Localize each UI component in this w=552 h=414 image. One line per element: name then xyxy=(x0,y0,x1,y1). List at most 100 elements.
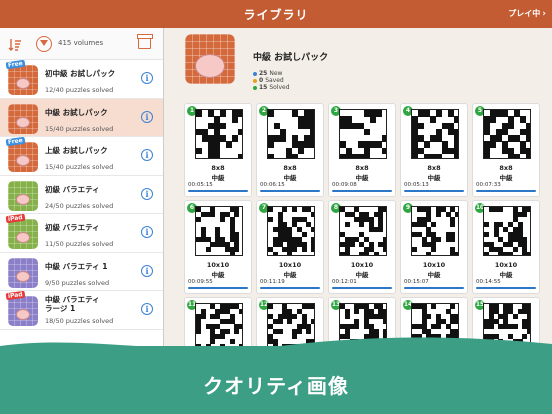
chevron-right-icon: › xyxy=(542,9,546,19)
volume-count: 415 volumes xyxy=(58,39,104,47)
progress-bar xyxy=(188,287,248,289)
archive-icon[interactable] xyxy=(137,34,153,49)
pig-icon xyxy=(16,270,30,282)
puzzle-preview xyxy=(411,206,459,256)
puzzle-preview xyxy=(483,109,531,159)
pig-icon xyxy=(16,232,30,243)
pig-icon xyxy=(16,116,30,128)
volume-solved-count: 15/40 puzzles solved xyxy=(45,163,114,171)
pig-icon xyxy=(16,155,30,166)
pack-stats: 25 New 0 Saved 15 Solved xyxy=(253,70,290,91)
stat-count: 15 xyxy=(259,84,268,91)
info-icon[interactable]: i xyxy=(141,264,153,277)
info-icon[interactable]: i xyxy=(141,110,153,123)
progress-bar xyxy=(260,287,320,289)
progress-bar xyxy=(476,190,536,192)
progress-bar xyxy=(332,190,392,192)
volume-item[interactable]: 中級 お試しパック 15/40 puzzles solved i xyxy=(0,98,163,137)
puzzle-card[interactable]: 3 8x8 中級 00:09:08 xyxy=(329,104,395,196)
puzzle-time: 00:06:15 xyxy=(260,182,285,188)
puzzle-time: 00:05:15 xyxy=(188,182,213,188)
library-toolbar: 415 volumes xyxy=(0,28,163,60)
puzzle-level: 中級 xyxy=(499,174,513,182)
sort-icon[interactable] xyxy=(8,38,22,52)
puzzle-size: 8x8 xyxy=(499,164,513,172)
volume-solved-count: 15/40 puzzles solved xyxy=(45,124,114,133)
volume-item[interactable]: 中級 バラエティ 1 9/50 puzzles solved i xyxy=(0,252,163,291)
banner-text: クオリティ画像 xyxy=(203,374,349,398)
playing-label: プレイ中 xyxy=(508,9,541,18)
volume-item[interactable]: 初級 バラエティ 24/50 puzzles solved i xyxy=(0,175,163,214)
puzzle-size: 10x10 xyxy=(206,261,230,269)
puzzle-card[interactable]: 5 8x8 中級 00:07:33 xyxy=(473,104,539,196)
puzzle-level: 中級 xyxy=(355,174,369,182)
info-icon[interactable]: i xyxy=(141,226,153,238)
puzzle-time: 00:05:13 xyxy=(404,182,429,188)
volume-item[interactable]: iPad 初級 バラエティ 11/50 puzzles solved i xyxy=(0,213,163,253)
volume-solved-count: 9/50 puzzles solved xyxy=(45,278,110,287)
volume-thumbnail xyxy=(8,296,38,326)
volume-thumbnail xyxy=(8,219,38,249)
puzzle-preview xyxy=(483,206,531,256)
puzzle-card[interactable]: 7 10x10 中級 00:11:19 xyxy=(257,201,323,293)
puzzle-time: 00:09:55 xyxy=(188,279,213,285)
volume-item[interactable]: iPad 中級 バラエティ ラージ 1 18/50 puzzles solved i xyxy=(0,290,163,330)
puzzle-time: 00:12:01 xyxy=(332,279,357,285)
volume-list: Free 初中級 お試しパック 12/40 puzzles solved i 中級 お試… xyxy=(0,59,163,330)
stat-label: Saved xyxy=(265,77,284,84)
volume-thumbnail xyxy=(8,257,38,288)
puzzle-size: 8x8 xyxy=(211,164,225,172)
volume-name: 中級 お試しパック xyxy=(45,107,108,117)
stat-count: 25 xyxy=(259,70,268,77)
volume-item[interactable]: Free 上級 お試しパック 15/40 puzzles solved i xyxy=(0,136,163,176)
stat-new: 25 New xyxy=(253,70,290,77)
puzzle-time: 00:11:19 xyxy=(260,279,285,285)
volume-solved-count: 24/50 puzzles solved xyxy=(45,201,114,210)
playing-button[interactable]: プレイ中 › xyxy=(508,8,546,19)
puzzle-card[interactable]: 4 8x8 中級 00:05:13 xyxy=(401,104,467,196)
volume-name: 初級 バラエティ xyxy=(45,184,100,194)
progress-bar xyxy=(404,287,464,289)
volume-thumbnail xyxy=(8,142,38,172)
volume-item[interactable]: Free 初中級 お試しパック 12/40 puzzles solved i xyxy=(0,59,163,99)
pig-icon xyxy=(16,78,30,89)
stat-saved: 0 Saved xyxy=(253,77,290,84)
puzzle-time: 00:15:07 xyxy=(404,279,429,285)
puzzle-preview xyxy=(195,109,243,159)
puzzle-preview xyxy=(339,109,387,159)
puzzle-preview xyxy=(411,109,459,159)
puzzle-level: 中級 xyxy=(211,174,225,182)
filter-icon[interactable] xyxy=(36,36,52,52)
info-icon[interactable]: i xyxy=(141,187,153,200)
volume-solved-count: 12/40 puzzles solved xyxy=(45,86,114,94)
volume-thumbnail xyxy=(8,65,38,95)
puzzle-level: 中級 xyxy=(427,174,441,182)
volume-solved-count: 11/50 puzzles solved xyxy=(45,240,114,248)
puzzle-card[interactable]: 8 10x10 中級 00:12:01 xyxy=(329,201,395,293)
puzzle-size: 10x10 xyxy=(350,261,374,269)
puzzle-time: 00:09:08 xyxy=(332,182,357,188)
puzzle-card[interactable]: 6 10x10 中級 00:09:55 xyxy=(185,201,251,293)
info-icon[interactable]: i xyxy=(141,72,153,84)
puzzle-card[interactable]: 1 8x8 中級 00:05:15 xyxy=(185,104,251,196)
puzzle-size: 8x8 xyxy=(427,164,441,172)
status-dot-icon xyxy=(253,78,257,83)
puzzle-preview xyxy=(339,206,387,256)
puzzle-size: 10x10 xyxy=(278,261,302,269)
progress-bar xyxy=(260,190,320,192)
library-sidebar: 415 volumes Free 初中級 お試しパック 12/40 puzzles … xyxy=(0,28,164,346)
puzzle-level: 中級 xyxy=(283,271,297,279)
info-icon[interactable]: i xyxy=(141,149,153,161)
volume-name: 初中級 お試しパック xyxy=(45,69,116,78)
info-icon[interactable]: i xyxy=(141,303,153,315)
status-dot-icon xyxy=(253,71,257,76)
puzzle-card[interactable]: 2 8x8 中級 00:06:15 xyxy=(257,104,323,196)
progress-bar xyxy=(476,287,536,289)
stat-label: New xyxy=(269,70,283,77)
volume-solved-count: 18/50 puzzles solved xyxy=(45,317,114,325)
puzzle-card[interactable]: 10 10x10 中級 00:14:55 xyxy=(473,201,539,293)
puzzle-time: 00:14:55 xyxy=(476,279,501,285)
puzzle-size: 8x8 xyxy=(355,164,369,172)
stat-count: 0 xyxy=(259,77,264,84)
puzzle-card[interactable]: 9 10x10 中級 00:15:07 xyxy=(401,201,467,293)
